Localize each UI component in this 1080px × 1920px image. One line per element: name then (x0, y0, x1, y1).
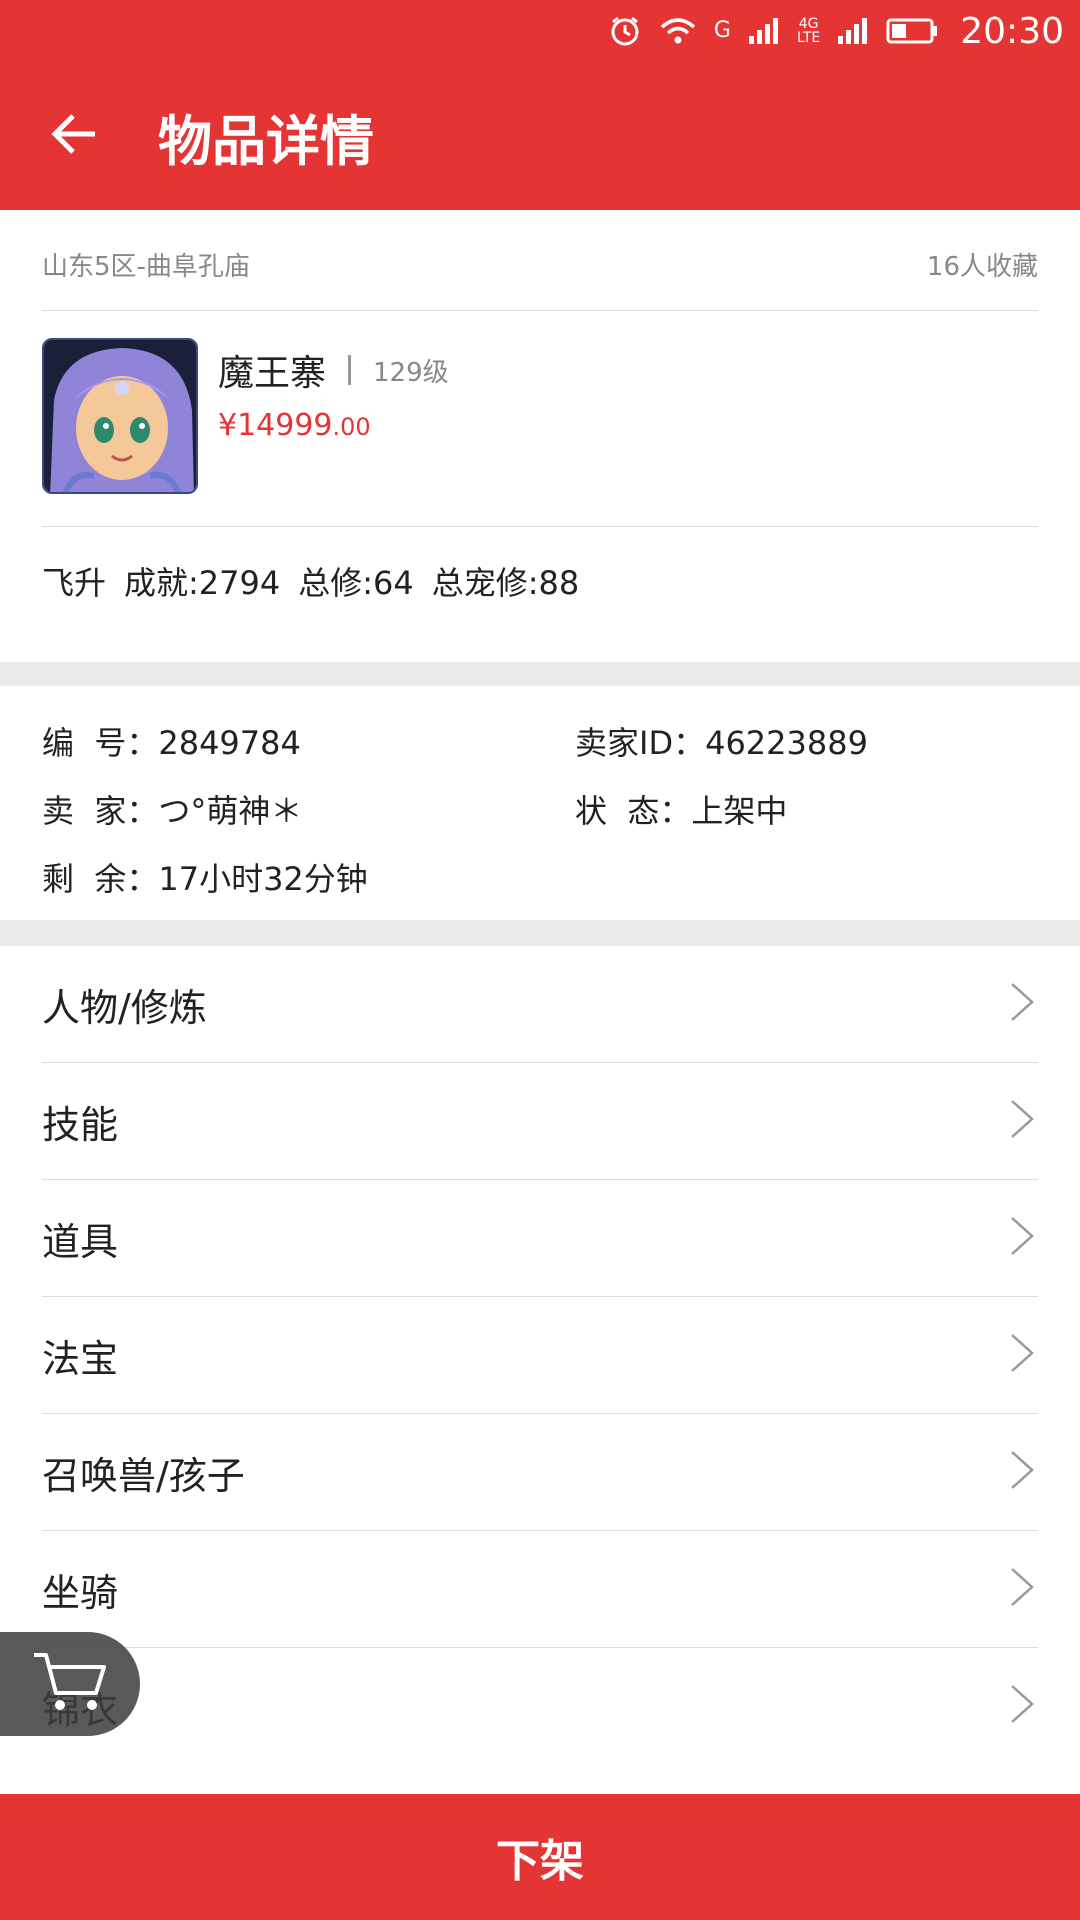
chevron-right-icon (1008, 1448, 1038, 1496)
menu-item-label: 召唤兽/孩子 (42, 1453, 245, 1498)
category-list: 人物/修炼 技能 道具 法宝 召唤兽/孩子 坐骑 锦衣 (0, 946, 1080, 1764)
menu-item-label: 坐骑 (42, 1570, 119, 1615)
network-g-label: G (713, 18, 731, 43)
seller-id: 卖家ID：46223889 (575, 724, 868, 762)
arrow-left-icon (51, 112, 99, 160)
item-info-card: 山东5区-曲阜孔庙 16人收藏 魔王寨 129级 ¥14999.00 飞升 成就… (0, 210, 1080, 662)
menu-item-character[interactable]: 人物/修炼 (42, 946, 1038, 1063)
menu-item-label: 法宝 (42, 1336, 119, 1381)
menu-item-treasures[interactable]: 法宝 (42, 1297, 1038, 1414)
page-title: 物品详情 (158, 109, 374, 173)
character-tags: 飞升 成就:2794 总修:64 总宠修:88 (42, 558, 579, 604)
trade-details: 编 号：2849784 卖家ID：46223889 卖 家：つ°萌神＊ 状 态：… (0, 686, 1080, 920)
title-bar: 物品详情 (0, 62, 1080, 210)
tag: 总修:64 (298, 564, 414, 602)
server-name: 山东5区-曲阜孔庙 (42, 252, 250, 282)
menu-item-label: 人物/修炼 (42, 985, 207, 1030)
cart-button[interactable] (0, 1632, 140, 1736)
app-bar: G 4G LTE 20:30 物品详情 (0, 0, 1080, 210)
network-lte-text: LTE (796, 30, 821, 46)
price-cents: .00 (332, 413, 371, 441)
chevron-right-icon (1008, 1097, 1038, 1145)
alarm-icon (608, 14, 642, 48)
clock: 20:30 (960, 10, 1064, 52)
menu-item-outfits[interactable]: 锦衣 (42, 1648, 1038, 1764)
chevron-right-icon (1008, 1331, 1038, 1379)
signal-icon (836, 16, 870, 46)
section-separator (0, 920, 1080, 946)
signal-icon (747, 16, 781, 46)
wifi-icon (658, 15, 698, 47)
delist-button-label: 下架 (496, 1836, 584, 1887)
chevron-right-icon (1008, 1565, 1038, 1613)
divider (42, 310, 1038, 311)
listing-status: 状 态：上架中 (575, 792, 788, 830)
character-avatar (42, 338, 198, 494)
favorites-count: 16人收藏 (926, 252, 1038, 282)
menu-item-skills[interactable]: 技能 (42, 1063, 1038, 1180)
chevron-right-icon (1008, 1214, 1038, 1262)
tag: 飞升 (42, 564, 107, 602)
menu-item-items[interactable]: 道具 (42, 1180, 1038, 1297)
remaining-time: 剩 余：17小时32分钟 (42, 860, 368, 898)
battery-icon (886, 17, 938, 45)
divider (42, 526, 1038, 527)
character-level: 129级 (373, 357, 449, 388)
network-4g-lte-label: 4G LTE (797, 17, 820, 45)
chevron-right-icon (1008, 1682, 1038, 1730)
menu-item-label: 道具 (42, 1219, 119, 1264)
section-separator (0, 662, 1080, 686)
price: ¥14999.00 (218, 408, 371, 443)
status-bar: G 4G LTE 20:30 (0, 0, 1080, 62)
network-4g-text: 4G (798, 16, 819, 32)
chevron-right-icon (1008, 980, 1038, 1028)
tag: 成就:2794 (124, 564, 281, 602)
delist-button[interactable]: 下架 (0, 1794, 1080, 1920)
menu-item-label: 技能 (42, 1102, 119, 1147)
price-main: ¥14999 (218, 408, 333, 443)
back-button[interactable] (0, 62, 150, 210)
menu-item-pets[interactable]: 召唤兽/孩子 (42, 1414, 1038, 1531)
serial-number: 编 号：2849784 (42, 724, 301, 762)
tag: 总宠修:88 (431, 564, 580, 602)
seller-name: 卖 家：つ°萌神＊ (42, 792, 303, 830)
menu-item-mounts[interactable]: 坐骑 (42, 1531, 1038, 1648)
cart-icon (30, 1649, 110, 1719)
character-name: 魔王寨 (218, 353, 327, 394)
name-separator (348, 355, 352, 385)
